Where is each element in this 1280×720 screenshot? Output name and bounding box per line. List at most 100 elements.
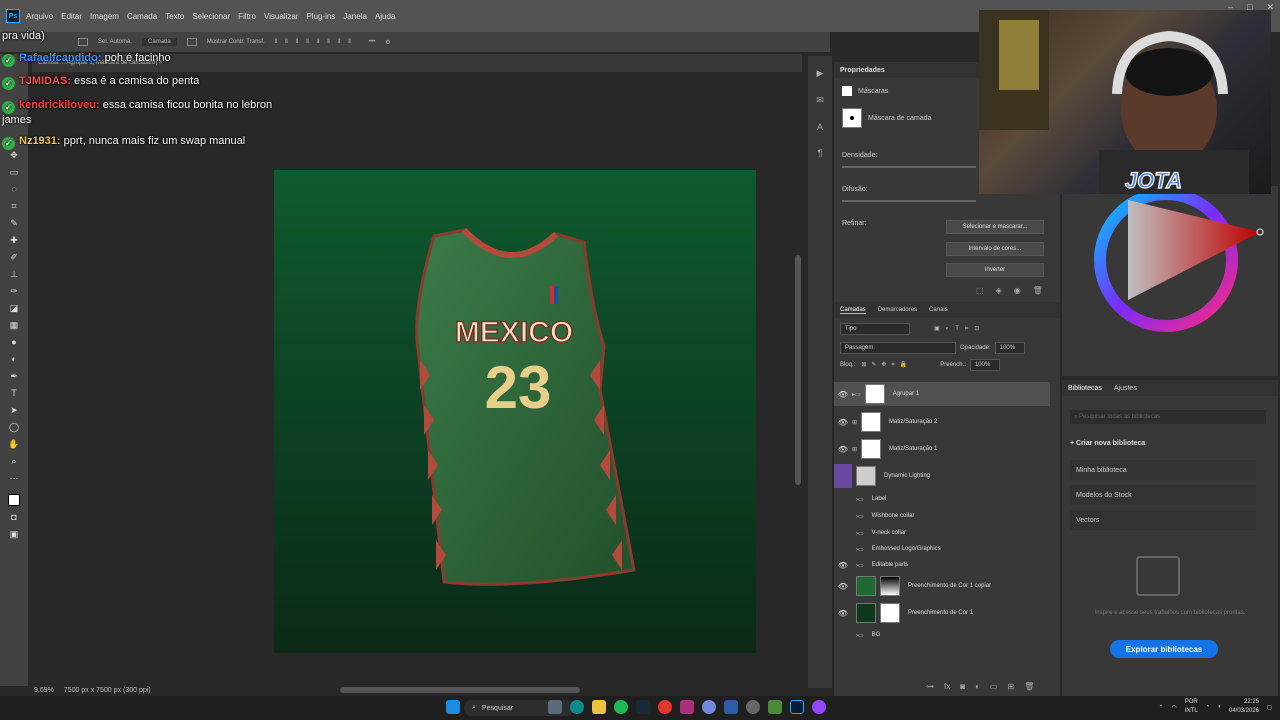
start-button-icon[interactable] — [446, 700, 460, 714]
visibility-eye-icon[interactable]: 👁 — [834, 390, 852, 399]
layer-dropdown[interactable]: Camada — [142, 38, 177, 46]
layer-mask-thumbnail[interactable] — [861, 412, 882, 432]
zoom-tool-icon[interactable]: ⌕ — [8, 456, 20, 467]
steam-icon[interactable] — [636, 700, 650, 714]
path-select-icon[interactable]: ➤ — [8, 405, 20, 416]
shape-tool-icon[interactable]: ◯ — [8, 422, 20, 433]
marquee-tool-icon[interactable]: ▭ — [8, 167, 20, 178]
filter-kind-dropdown[interactable]: Tipo — [840, 323, 910, 335]
menu-ajuda[interactable]: Ajuda — [375, 12, 395, 21]
lasso-tool-icon[interactable]: ◌ — [8, 184, 20, 195]
edge-icon[interactable] — [570, 700, 584, 714]
visibility-eye-icon[interactable]: 👁 — [834, 582, 852, 591]
quick-mask-icon[interactable]: ◘ — [8, 512, 20, 523]
tab-libraries[interactable]: Bibliotecas — [1068, 385, 1102, 392]
paragraph-panel-icon[interactable]: ¶ — [818, 148, 823, 158]
auto-select-checkbox[interactable] — [78, 38, 88, 46]
tab-layers[interactable]: Camadas — [840, 307, 866, 314]
toggle-mask-icon[interactable]: ◉ — [1014, 286, 1021, 295]
menu-plugins[interactable]: Plug-ins — [306, 12, 335, 21]
history-panel-icon[interactable]: ▶ — [817, 68, 824, 79]
invert-button[interactable]: Inverter — [946, 263, 1044, 277]
eraser-tool-icon[interactable]: ◪ — [8, 303, 20, 314]
create-library-button[interactable]: + Criar nova biblioteca — [1070, 440, 1145, 447]
visibility-eye-icon[interactable]: 👁 — [834, 609, 852, 618]
layer-row[interactable]: 👁 ▸▭ Agrupar 1 — [834, 382, 1050, 406]
eyedropper-tool-icon[interactable]: ✎ — [8, 218, 20, 229]
clock[interactable]: 22:25 04/03/2026 — [1229, 698, 1259, 716]
app-icon[interactable] — [768, 700, 782, 714]
link-layers-icon[interactable]: ⊶ — [926, 682, 934, 691]
glyphs-panel-icon[interactable]: A — [817, 122, 823, 132]
layer-mask-thumbnail[interactable] — [861, 439, 882, 459]
comments-panel-icon[interactable]: ✉ — [816, 95, 824, 106]
type-tool-icon[interactable]: T — [8, 388, 20, 399]
crop-tool-icon[interactable]: ⌗ — [8, 201, 20, 212]
settings-icon[interactable] — [746, 700, 760, 714]
language-indicator[interactable]: POR INTL — [1185, 698, 1198, 716]
menu-filtro[interactable]: Filtro — [238, 12, 256, 21]
fill-color-thumbnail[interactable] — [856, 603, 876, 623]
layer-row[interactable]: 👁 Preenchimento de Cor 1 — [834, 601, 1050, 625]
explore-libraries-button[interactable]: Explorar bibliotecas — [1110, 640, 1218, 658]
file-explorer-icon[interactable] — [592, 700, 606, 714]
hand-tool-icon[interactable]: ✋ — [8, 439, 20, 450]
network-icon[interactable]: ◠ — [1171, 704, 1176, 711]
apply-mask-icon[interactable]: ◈ — [996, 286, 1002, 295]
layer-row[interactable]: 👁 ⊞ Matiz/Saturação 1 — [834, 437, 1050, 461]
delete-layer-icon[interactable]: 🗑 — [1024, 682, 1034, 691]
vertical-scrollbar[interactable] — [795, 255, 801, 485]
layer-mask-thumbnail[interactable] — [880, 576, 900, 596]
adjustment-layer-icon[interactable]: ◐ — [975, 682, 980, 691]
menu-selecionar[interactable]: Selecionar — [192, 12, 230, 21]
notifications-icon[interactable]: ◻ — [1267, 704, 1272, 711]
blur-tool-icon[interactable]: ● — [8, 337, 20, 348]
color-wheel-panel[interactable] — [1062, 186, 1278, 376]
layer-row[interactable]: ›▭ BG — [834, 628, 1050, 642]
menu-editar[interactable]: Editar — [61, 12, 82, 21]
layer-row[interactable]: 👁 Preenchimento de Cor 1 copiar — [834, 574, 1050, 598]
color-wheel-icon[interactable] — [1062, 186, 1278, 376]
filter-icons[interactable]: ▣◐T⌗⊡ — [934, 325, 985, 333]
opacity-input[interactable]: 100% — [994, 342, 1025, 354]
app-icon[interactable] — [680, 700, 694, 714]
zoom-level[interactable]: 9,69% — [34, 687, 54, 694]
artboard[interactable]: MEXICO 23 — [274, 170, 756, 653]
gradient-tool-icon[interactable]: ▦ — [8, 320, 20, 331]
brush-tool-icon[interactable]: ✐ — [8, 252, 20, 263]
layer-row[interactable]: Dynamic Lighting — [834, 464, 1050, 488]
more-tools-icon[interactable]: ⋯ — [8, 473, 20, 484]
stamp-tool-icon[interactable]: ⊥ — [8, 269, 20, 280]
new-group-icon[interactable]: ▭ — [990, 682, 998, 691]
spotify-icon[interactable] — [614, 700, 628, 714]
align-icons[interactable]: ⫴⫴⫴⫴⫴⫴⫴⫴ — [275, 39, 359, 46]
photoshop-taskbar-icon[interactable] — [790, 700, 804, 714]
lock-icons[interactable]: ⊠✎✥⌗🔒 — [861, 361, 912, 369]
feather-slider[interactable] — [842, 200, 976, 202]
layer-row[interactable]: ›▭ Embossed Logo/Graphics — [834, 542, 1050, 556]
menu-texto[interactable]: Texto — [165, 12, 184, 21]
color-range-button[interactable]: Intervalo de cores... — [946, 242, 1044, 256]
tab-adjustments[interactable]: Ajustes — [1114, 385, 1137, 392]
volume-icon[interactable]: ◖ — [1217, 704, 1221, 710]
healing-tool-icon[interactable]: ✚ — [8, 235, 20, 246]
foreground-color-swatch[interactable] — [8, 494, 20, 506]
dodge-tool-icon[interactable]: ◐ — [8, 354, 20, 365]
visibility-eye-icon[interactable]: 👁 — [834, 561, 852, 570]
wifi-icon[interactable]: ◔ — [1206, 704, 1210, 710]
menu-janela[interactable]: Janela — [343, 12, 367, 21]
layer-row[interactable]: ›▭ Wishbone collar — [834, 509, 1050, 523]
more-options-icon[interactable]: ••• — [369, 39, 375, 45]
fill-color-thumbnail[interactable] — [856, 576, 876, 596]
delete-mask-icon[interactable]: 🗑 — [1033, 286, 1043, 295]
layer-row[interactable]: ›▭ V-neck collar — [834, 526, 1050, 540]
menu-arquivo[interactable]: Arquivo — [26, 12, 53, 21]
visibility-empty[interactable] — [834, 464, 852, 488]
layer-row[interactable]: ›▭ Label — [834, 492, 1050, 506]
library-search-input[interactable]: ⌕ Pesquisar todas as bibliotecas — [1070, 410, 1266, 424]
menu-imagem[interactable]: Imagem — [90, 12, 119, 21]
tab-paths[interactable]: Demarcadores — [878, 307, 917, 313]
library-item[interactable]: Minha biblioteca — [1070, 460, 1256, 480]
widgets-icon[interactable] — [548, 700, 562, 714]
history-brush-icon[interactable]: ✑ — [8, 286, 20, 297]
